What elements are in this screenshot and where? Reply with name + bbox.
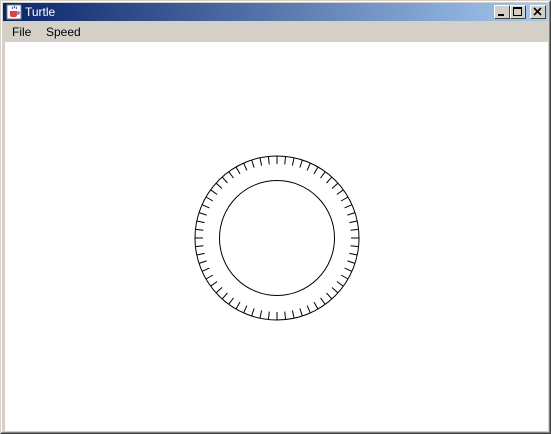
tick-mark [215,182,223,189]
tick-mark [349,252,358,256]
menu-bar: File Speed [3,22,548,41]
tick-mark [198,212,207,216]
tick-mark [251,159,255,168]
tick-mark [336,189,344,195]
tick-mark [331,182,339,189]
turtle-window: Turtle File Speed [0,0,551,434]
tick-mark [347,260,356,264]
tick-mark [267,311,270,320]
tick-mark [313,166,319,175]
tick-mark [198,260,207,264]
close-icon [533,7,542,16]
drawing-canvas[interactable] [5,42,548,431]
maximize-button[interactable] [510,5,526,19]
tick-mark [340,274,349,280]
tick-mark [349,220,358,224]
tick-mark [344,267,353,272]
minimize-button[interactable] [494,5,510,19]
tick-mark [347,212,356,216]
tick-mark [306,162,311,171]
tick-mark [291,310,295,319]
tick-mark [291,157,295,166]
tick-mark [350,245,359,248]
tick-mark [195,245,204,248]
tick-mark [306,305,311,314]
maximize-icon [513,7,522,16]
tick-mark [259,157,263,166]
tick-mark [205,274,214,280]
tick-mark [235,166,241,175]
tick-mark [267,156,270,165]
tick-mark [299,308,303,317]
java-cup-icon [6,4,22,20]
tick-mark [221,176,228,184]
menu-speed[interactable]: Speed [46,25,81,39]
tick-mark [340,196,349,202]
minimize-icon [498,14,504,16]
tick-mark [195,228,204,231]
tick-mark [313,301,319,310]
tick-mark [201,204,210,209]
menu-file[interactable]: File [12,25,31,39]
tick-mark [228,297,234,305]
tick-mark [320,171,326,179]
tick-mark [336,281,344,287]
tick-mark [243,305,248,314]
tick-mark [299,159,303,168]
tick-mark [326,292,333,300]
tick-mark [350,228,359,231]
tick-mark [215,287,223,294]
tick-mark [210,281,218,287]
tick-mark [235,301,241,310]
tick-mark [284,311,287,320]
title-bar[interactable]: Turtle [3,3,548,21]
close-button[interactable] [530,5,546,19]
tick-mark [221,292,228,300]
tick-mark [320,297,326,305]
tick-mark [196,252,205,256]
tick-mark [205,196,214,202]
turtle-drawing [194,155,360,321]
inner-circle [219,180,335,296]
tick-mark [210,189,218,195]
tick-mark [196,220,205,224]
tick-mark [259,310,263,319]
tick-mark [344,204,353,209]
tick-mark [284,156,287,165]
tick-mark [228,171,234,179]
tick-mark [331,287,339,294]
tick-mark [251,308,255,317]
tick-mark [201,267,210,272]
window-title: Turtle [25,5,56,19]
tick-mark [326,176,333,184]
tick-mark [243,162,248,171]
